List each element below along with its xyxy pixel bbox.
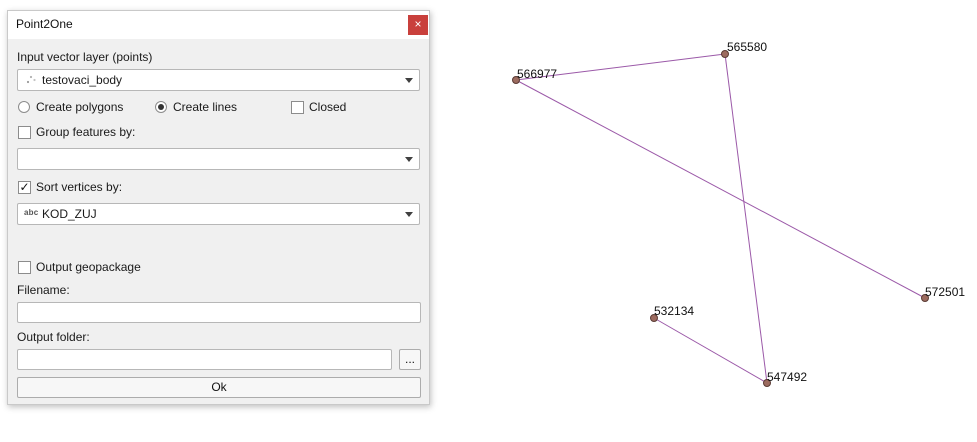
- input-layer-label: Input vector layer (points): [17, 50, 153, 64]
- create-polygons-radio[interactable]: [18, 101, 30, 113]
- text-field-icon: abc: [24, 208, 39, 217]
- browse-folder-button[interactable]: ...: [399, 349, 421, 370]
- group-features-checkbox[interactable]: [18, 126, 31, 139]
- sort-vertices-label[interactable]: Sort vertices by:: [36, 180, 122, 194]
- close-button[interactable]: ×: [408, 15, 428, 35]
- create-lines-radio[interactable]: [155, 101, 167, 113]
- title-bar[interactable]: Point2One ×: [8, 11, 429, 39]
- ok-button[interactable]: Ok: [17, 377, 421, 398]
- group-features-label[interactable]: Group features by:: [36, 125, 135, 139]
- label-566977: 566977: [517, 67, 557, 81]
- output-geopackage-label[interactable]: Output geopackage: [36, 260, 141, 274]
- filename-input[interactable]: [17, 302, 421, 323]
- close-icon: ×: [414, 17, 422, 31]
- output-geopackage-checkbox[interactable]: [18, 261, 31, 274]
- labels-layer: 566977 565580 572501 532134 547492: [517, 40, 965, 384]
- closed-checkbox[interactable]: [291, 101, 304, 114]
- chevron-down-icon: [405, 78, 413, 83]
- label-572501: 572501: [925, 285, 965, 299]
- line-566977-572501: [515, 79, 926, 299]
- label-565580: 565580: [727, 40, 767, 54]
- dialog-title: Point2One: [16, 17, 73, 31]
- line-532134-547492: [653, 317, 768, 384]
- group-features-combobox[interactable]: [17, 148, 420, 170]
- input-layer-value: testovaci_body: [42, 73, 123, 87]
- create-polygons-label[interactable]: Create polygons: [36, 100, 123, 114]
- input-layer-combobox[interactable]: testovaci_body: [17, 69, 420, 91]
- point2one-dialog: Point2One × Input vector layer (points) …: [7, 10, 430, 405]
- output-folder-input[interactable]: [17, 349, 392, 370]
- sort-vertices-value: KOD_ZUJ: [42, 207, 97, 221]
- lines-layer: [515, 53, 926, 384]
- label-547492: 547492: [767, 370, 807, 384]
- output-folder-label: Output folder:: [17, 330, 90, 344]
- sort-vertices-combobox[interactable]: abc KOD_ZUJ: [17, 203, 420, 225]
- sort-vertices-checkbox[interactable]: ✓: [18, 181, 31, 194]
- chevron-down-icon: [405, 157, 413, 162]
- chevron-down-icon: [405, 212, 413, 217]
- line-565580-547492: [724, 53, 768, 384]
- label-532134: 532134: [654, 304, 694, 318]
- filename-label: Filename:: [17, 283, 70, 297]
- create-lines-label[interactable]: Create lines: [173, 100, 237, 114]
- points-layer: [512, 50, 929, 387]
- closed-label[interactable]: Closed: [309, 100, 346, 114]
- map-canvas[interactable]: 566977 565580 572501 532134 547492: [430, 0, 977, 442]
- point-layer-icon: [26, 75, 36, 84]
